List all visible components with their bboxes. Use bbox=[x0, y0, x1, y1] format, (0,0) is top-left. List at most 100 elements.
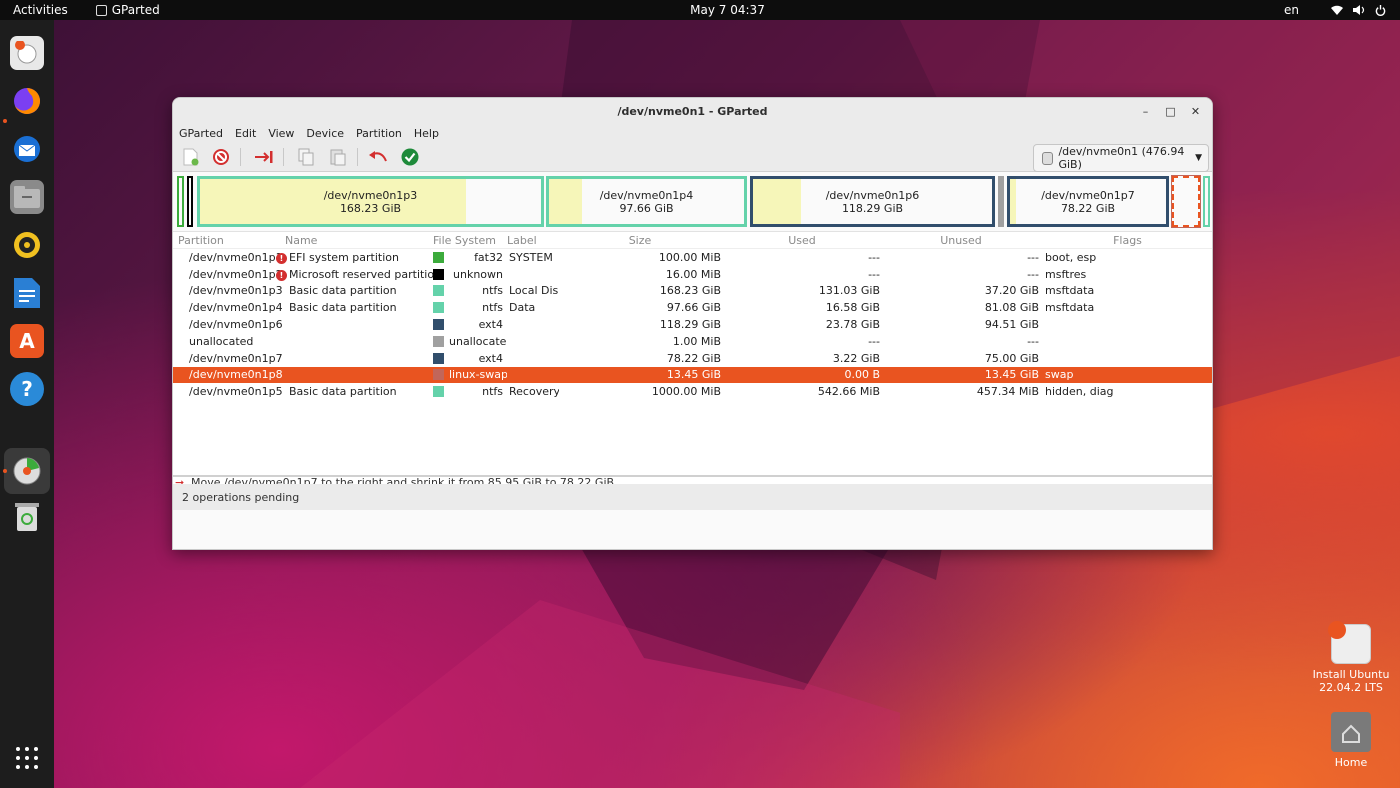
title-bar[interactable]: /dev/nvme0n1 - GParted – □ ✕ bbox=[173, 98, 1212, 125]
menu-edit[interactable]: Edit bbox=[235, 127, 256, 140]
column-unused[interactable]: Unused bbox=[883, 234, 1042, 247]
partition-path: /dev/nvme0n1p5 bbox=[189, 385, 283, 399]
copy-icon[interactable] bbox=[296, 147, 316, 167]
undo-icon[interactable] bbox=[368, 147, 388, 167]
thunderbird-icon[interactable] bbox=[10, 132, 44, 166]
column-file-system[interactable]: File System bbox=[433, 234, 507, 247]
cell-partition: /dev/nvme0n1p3 bbox=[173, 284, 289, 297]
menu-device[interactable]: Device bbox=[306, 127, 344, 140]
new-partition-icon[interactable] bbox=[181, 147, 201, 167]
resize-move-icon[interactable] bbox=[254, 147, 274, 167]
gparted-icon bbox=[95, 4, 107, 16]
device-selector[interactable]: /dev/nvme0n1 (476.94 GiB) ▼ bbox=[1033, 144, 1209, 172]
column-partition[interactable]: Partition bbox=[173, 234, 285, 247]
cell-unused: --- bbox=[1027, 250, 1039, 264]
cell-name: Basic data partition bbox=[289, 301, 397, 315]
partition-path: /dev/nvme0n1p8 bbox=[189, 368, 283, 382]
app-center-icon[interactable]: A bbox=[10, 324, 44, 358]
paste-icon[interactable] bbox=[328, 147, 348, 167]
column-size[interactable]: Size bbox=[559, 234, 724, 247]
cell-size: 1000.00 MiB bbox=[651, 385, 721, 399]
cell-flags: boot, esp bbox=[1045, 250, 1097, 264]
fs-color-swatch bbox=[433, 386, 444, 398]
column-flags[interactable]: Flags bbox=[1042, 234, 1210, 247]
app-menu[interactable]: GParted bbox=[95, 3, 160, 17]
files-icon[interactable] bbox=[10, 180, 44, 214]
trash-icon[interactable] bbox=[10, 500, 44, 534]
disk-map-partition-p1[interactable] bbox=[177, 176, 184, 227]
desktop-home[interactable]: Home bbox=[1311, 712, 1391, 769]
help-icon[interactable]: ? bbox=[10, 372, 44, 406]
table-row[interactable]: /dev/nvme0n1p5 Basic data partition ntfs Re… bbox=[173, 383, 1212, 400]
activities-button[interactable]: Activities bbox=[13, 3, 68, 17]
partition-table: Partition Name File System Label Size Us… bbox=[173, 231, 1212, 510]
status-bar: 2 operations pending bbox=[173, 484, 1212, 510]
desktop-icon-label: 22.04.2 LTS bbox=[1319, 681, 1383, 694]
disk-map-partition-p8-selected[interactable] bbox=[1171, 175, 1201, 228]
libreoffice-writer-icon[interactable] bbox=[10, 276, 44, 310]
cell-file-system: linux-swap bbox=[433, 368, 507, 381]
column-label[interactable]: Label bbox=[507, 234, 559, 247]
ubuntu-installer-icon[interactable] bbox=[10, 36, 44, 70]
disk-map-partition-p3[interactable]: /dev/nvme0n1p3 168.23 GiB bbox=[197, 176, 544, 227]
gparted-icon[interactable] bbox=[10, 454, 44, 488]
desktop-install-ubuntu[interactable]: Install Ubuntu 22.04.2 LTS bbox=[1311, 621, 1391, 694]
language-indicator[interactable]: en bbox=[1284, 3, 1299, 17]
column-used[interactable]: Used bbox=[724, 234, 883, 247]
partition-path: /dev/nvme0n1p7 bbox=[189, 351, 283, 365]
firefox-icon[interactable] bbox=[10, 84, 44, 118]
menu-view[interactable]: View bbox=[268, 127, 294, 140]
cell-file-system: fat32 bbox=[433, 251, 507, 264]
system-tray[interactable]: en bbox=[1284, 3, 1386, 17]
menu-partition[interactable]: Partition bbox=[356, 127, 402, 140]
cell-partition: /dev/nvme0n1p8 bbox=[173, 368, 289, 381]
table-row[interactable]: /dev/nvme0n1p6 ext4 118.29 GiB 23.78 GiB 94.… bbox=[173, 316, 1212, 333]
cell-unused: 94.51 GiB bbox=[984, 318, 1039, 332]
cell-flags: swap bbox=[1045, 368, 1074, 382]
menu-help[interactable]: Help bbox=[414, 127, 439, 140]
cell-flags: hidden, diag bbox=[1045, 385, 1114, 399]
partition-name: /dev/nvme0n1p3 bbox=[323, 188, 418, 202]
disk-map-partition-p6[interactable]: /dev/nvme0n1p6 118.29 GiB bbox=[750, 176, 995, 227]
table-row[interactable]: /dev/nvme0n1p2! Microsoft reserved partit… bbox=[173, 266, 1212, 283]
used-space-fill bbox=[1010, 179, 1017, 224]
cell-used: 0.00 B bbox=[844, 368, 880, 382]
table-row[interactable]: /dev/nvme0n1p1! EFI system partition fat32… bbox=[173, 249, 1212, 266]
cell-flags: msftres bbox=[1045, 267, 1087, 281]
fs-type: ntfs bbox=[482, 301, 503, 315]
rhythmbox-icon[interactable] bbox=[10, 228, 44, 262]
cell-size: 1.00 MiB bbox=[672, 334, 721, 348]
table-row[interactable]: /dev/nvme0n1p7 ext4 78.22 GiB 3.22 GiB 75.00… bbox=[173, 350, 1212, 367]
maximize-icon[interactable]: □ bbox=[1164, 105, 1177, 118]
cell-used: 16.58 GiB bbox=[825, 301, 880, 315]
delete-partition-icon[interactable] bbox=[211, 147, 231, 167]
chevron-down-icon: ▼ bbox=[1195, 153, 1202, 163]
pending-operation-item[interactable]: Move /dev/nvme0n1p7 to the right and shr… bbox=[191, 477, 614, 484]
apply-icon[interactable] bbox=[400, 147, 420, 167]
disk-map-unallocated[interactable] bbox=[998, 176, 1004, 227]
minimize-icon[interactable]: – bbox=[1139, 105, 1152, 118]
show-apps-button[interactable] bbox=[16, 747, 38, 769]
cell-file-system: ext4 bbox=[433, 352, 507, 365]
partition-path: /dev/nvme0n1p3 bbox=[189, 284, 283, 298]
table-header: Partition Name File System Label Size Us… bbox=[173, 232, 1212, 249]
table-row[interactable]: /dev/nvme0n1p8 linux-swap 13.45 GiB 0.00 B 1… bbox=[173, 366, 1212, 384]
cell-flags: msftdata bbox=[1045, 301, 1095, 315]
disk-map-partition-p7[interactable]: /dev/nvme0n1p7 78.22 GiB bbox=[1007, 176, 1169, 227]
table-row[interactable]: /dev/nvme0n1p4 Basic data partition ntfs Da… bbox=[173, 299, 1212, 316]
disk-map-partition-p5[interactable] bbox=[1203, 176, 1210, 227]
fs-color-swatch bbox=[433, 302, 444, 314]
cell-partition: /dev/nvme0n1p2! bbox=[173, 268, 289, 281]
disk-map-partition-p2[interactable] bbox=[187, 176, 193, 227]
toolbar-separator bbox=[357, 148, 358, 166]
menu-gparted[interactable]: GParted bbox=[179, 127, 223, 140]
table-row[interactable]: /dev/nvme0n1p3 Basic data partition ntfs Lo… bbox=[173, 283, 1212, 300]
pending-operations-list[interactable]: ➞ Move /dev/nvme0n1p7 to the right and s… bbox=[173, 475, 1212, 484]
table-row[interactable]: unallocated unallocated 1.00 MiB --- --- bbox=[173, 333, 1212, 350]
close-icon[interactable]: ✕ bbox=[1189, 105, 1202, 118]
disk-map-partition-p4[interactable]: /dev/nvme0n1p4 97.66 GiB bbox=[546, 176, 747, 227]
partition-path: /dev/nvme0n1p2 bbox=[189, 267, 283, 281]
clock[interactable]: May 7 04:37 bbox=[690, 3, 765, 17]
cell-unused: 457.34 MiB bbox=[976, 385, 1039, 399]
column-name[interactable]: Name bbox=[285, 234, 433, 247]
